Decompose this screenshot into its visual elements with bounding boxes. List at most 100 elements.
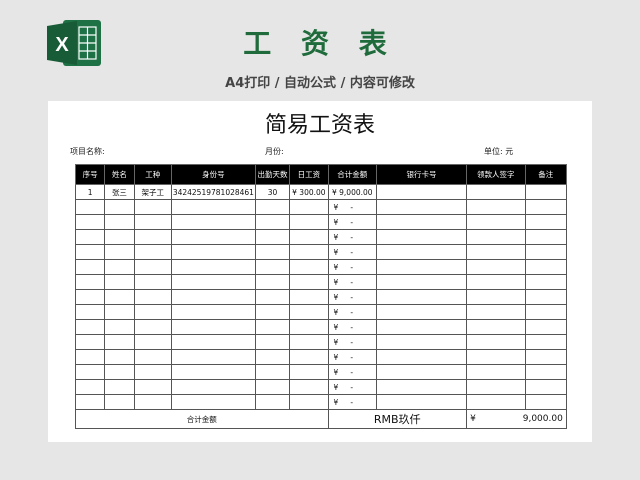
cell-id-number[interactable] [170, 319, 256, 335]
cell-days[interactable] [254, 364, 291, 380]
cell-remark[interactable] [524, 199, 568, 215]
cell-index[interactable] [74, 379, 106, 395]
cell-bank-card[interactable] [376, 304, 467, 320]
cell-days[interactable]: 30 [254, 184, 291, 200]
cell-index[interactable] [74, 289, 106, 305]
cell-name[interactable] [104, 244, 135, 260]
cell-name[interactable] [104, 364, 135, 380]
cell-daily-wage[interactable] [289, 229, 329, 245]
cell-days[interactable] [254, 229, 291, 245]
cell-job[interactable] [133, 199, 172, 215]
cell-signature[interactable] [465, 319, 526, 335]
cell-job[interactable] [133, 334, 172, 350]
cell-job[interactable] [133, 289, 172, 305]
cell-bank-card[interactable] [376, 379, 467, 395]
cell-remark[interactable] [524, 259, 568, 275]
cell-days[interactable] [254, 259, 291, 275]
cell-daily-wage[interactable] [289, 349, 329, 365]
cell-daily-wage[interactable] [289, 334, 329, 350]
cell-daily-wage[interactable] [289, 199, 329, 215]
cell-remark[interactable] [524, 244, 568, 260]
cell-id-number[interactable] [170, 199, 256, 215]
cell-signature[interactable] [465, 334, 526, 350]
cell-bank-card[interactable] [376, 364, 467, 380]
cell-signature[interactable] [465, 199, 526, 215]
cell-remark[interactable] [524, 334, 568, 350]
cell-index[interactable] [74, 229, 106, 245]
cell-days[interactable] [254, 319, 291, 335]
cell-total[interactable]: ¥ - [327, 394, 378, 410]
cell-bank-card[interactable] [376, 199, 467, 215]
cell-remark[interactable] [524, 304, 568, 320]
cell-index[interactable] [74, 304, 106, 320]
cell-job[interactable] [133, 244, 172, 260]
cell-remark[interactable] [524, 214, 568, 230]
cell-index[interactable] [74, 319, 106, 335]
cell-signature[interactable] [465, 289, 526, 305]
cell-total[interactable]: ¥ - [327, 199, 378, 215]
cell-remark[interactable] [524, 289, 568, 305]
cell-index[interactable] [74, 244, 106, 260]
cell-days[interactable] [254, 334, 291, 350]
cell-days[interactable] [254, 349, 291, 365]
cell-job[interactable] [133, 214, 172, 230]
cell-total[interactable]: ¥ - [327, 259, 378, 275]
cell-id-number[interactable]: 342425197810284​61 [170, 184, 256, 200]
cell-total[interactable]: ¥ 9,000.00 [327, 184, 378, 200]
cell-total[interactable]: ¥ - [327, 304, 378, 320]
cell-bank-card[interactable] [376, 259, 467, 275]
cell-bank-card[interactable] [376, 349, 467, 365]
cell-bank-card[interactable] [376, 274, 467, 290]
cell-days[interactable] [254, 304, 291, 320]
cell-daily-wage[interactable] [289, 244, 329, 260]
cell-remark[interactable] [524, 274, 568, 290]
cell-index[interactable] [74, 274, 106, 290]
cell-index[interactable] [74, 334, 106, 350]
cell-name[interactable] [104, 199, 135, 215]
cell-index[interactable] [74, 394, 106, 410]
cell-name[interactable] [104, 304, 135, 320]
cell-job[interactable] [133, 229, 172, 245]
cell-id-number[interactable] [170, 214, 256, 230]
cell-signature[interactable] [465, 214, 526, 230]
cell-index[interactable] [74, 349, 106, 365]
cell-name[interactable] [104, 214, 135, 230]
cell-bank-card[interactable] [376, 289, 467, 305]
cell-job[interactable] [133, 394, 172, 410]
cell-signature[interactable] [465, 184, 526, 200]
cell-job[interactable] [133, 364, 172, 380]
cell-job[interactable] [133, 379, 172, 395]
cell-index[interactable] [74, 364, 106, 380]
cell-days[interactable] [254, 199, 291, 215]
cell-id-number[interactable] [170, 244, 256, 260]
cell-days[interactable] [254, 289, 291, 305]
cell-id-number[interactable] [170, 304, 256, 320]
cell-job[interactable]: 架子工 [133, 184, 172, 200]
cell-total[interactable]: ¥ - [327, 244, 378, 260]
cell-name[interactable] [104, 394, 135, 410]
cell-total[interactable]: ¥ - [327, 214, 378, 230]
cell-name[interactable] [104, 259, 135, 275]
cell-id-number[interactable] [170, 289, 256, 305]
cell-id-number[interactable] [170, 364, 256, 380]
cell-total[interactable]: ¥ - [327, 334, 378, 350]
cell-signature[interactable] [465, 274, 526, 290]
cell-bank-card[interactable] [376, 334, 467, 350]
cell-days[interactable] [254, 214, 291, 230]
cell-total[interactable]: ¥ - [327, 349, 378, 365]
cell-daily-wage[interactable] [289, 289, 329, 305]
cell-remark[interactable] [524, 379, 568, 395]
cell-days[interactable] [254, 274, 291, 290]
cell-signature[interactable] [465, 394, 526, 410]
cell-daily-wage[interactable] [289, 394, 329, 410]
cell-total[interactable]: ¥ - [327, 319, 378, 335]
cell-name[interactable] [104, 379, 135, 395]
cell-daily-wage[interactable] [289, 259, 329, 275]
cell-bank-card[interactable] [376, 244, 467, 260]
cell-daily-wage[interactable] [289, 274, 329, 290]
cell-remark[interactable] [524, 184, 568, 200]
cell-index[interactable]: 1 [74, 184, 106, 200]
cell-name[interactable] [104, 289, 135, 305]
cell-daily-wage[interactable] [289, 379, 329, 395]
cell-id-number[interactable] [170, 334, 256, 350]
